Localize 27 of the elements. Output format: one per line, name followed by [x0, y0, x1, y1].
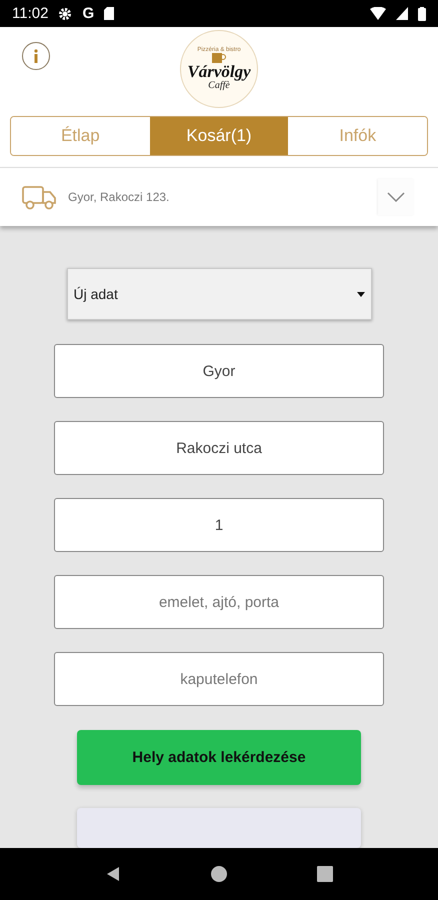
- wifi-icon: [370, 7, 386, 20]
- locate-button[interactable]: Hely adatok lekérdezése: [77, 730, 361, 785]
- sd-card-icon: [104, 7, 114, 20]
- logo-subtitle: Caffè: [208, 80, 230, 90]
- cup-icon: [212, 52, 226, 62]
- battery-icon: [418, 6, 426, 20]
- select-field[interactable]: Új adat: [66, 268, 372, 320]
- input-field[interactable]: kaputelefon: [54, 652, 384, 706]
- logo-name: Várvölgy: [187, 62, 251, 80]
- google-icon: G: [82, 5, 94, 22]
- dropdown-arrow-icon: [356, 292, 364, 296]
- signal-icon: [396, 7, 408, 20]
- input-field[interactable]: Rakoczi utca: [54, 421, 384, 475]
- input-field[interactable]: emelet, ajtó, porta: [54, 575, 384, 629]
- delivery-address: Gyor, Rakoczi 123.: [68, 190, 170, 204]
- dropdown-toggle[interactable]: [378, 179, 414, 215]
- back-icon[interactable]: [105, 866, 121, 882]
- delivery-truck-icon: [22, 184, 56, 210]
- select-value: Új adat: [74, 286, 119, 302]
- info-icon: [33, 49, 39, 63]
- settings-icon: [58, 6, 72, 20]
- info-button[interactable]: [22, 42, 50, 70]
- clock-time: 11:02: [12, 5, 48, 22]
- home-icon[interactable]: [211, 866, 227, 882]
- chevron-down-icon: [387, 192, 405, 202]
- input-field[interactable]: Gyor: [54, 344, 384, 398]
- input-field[interactable]: 1: [54, 498, 384, 552]
